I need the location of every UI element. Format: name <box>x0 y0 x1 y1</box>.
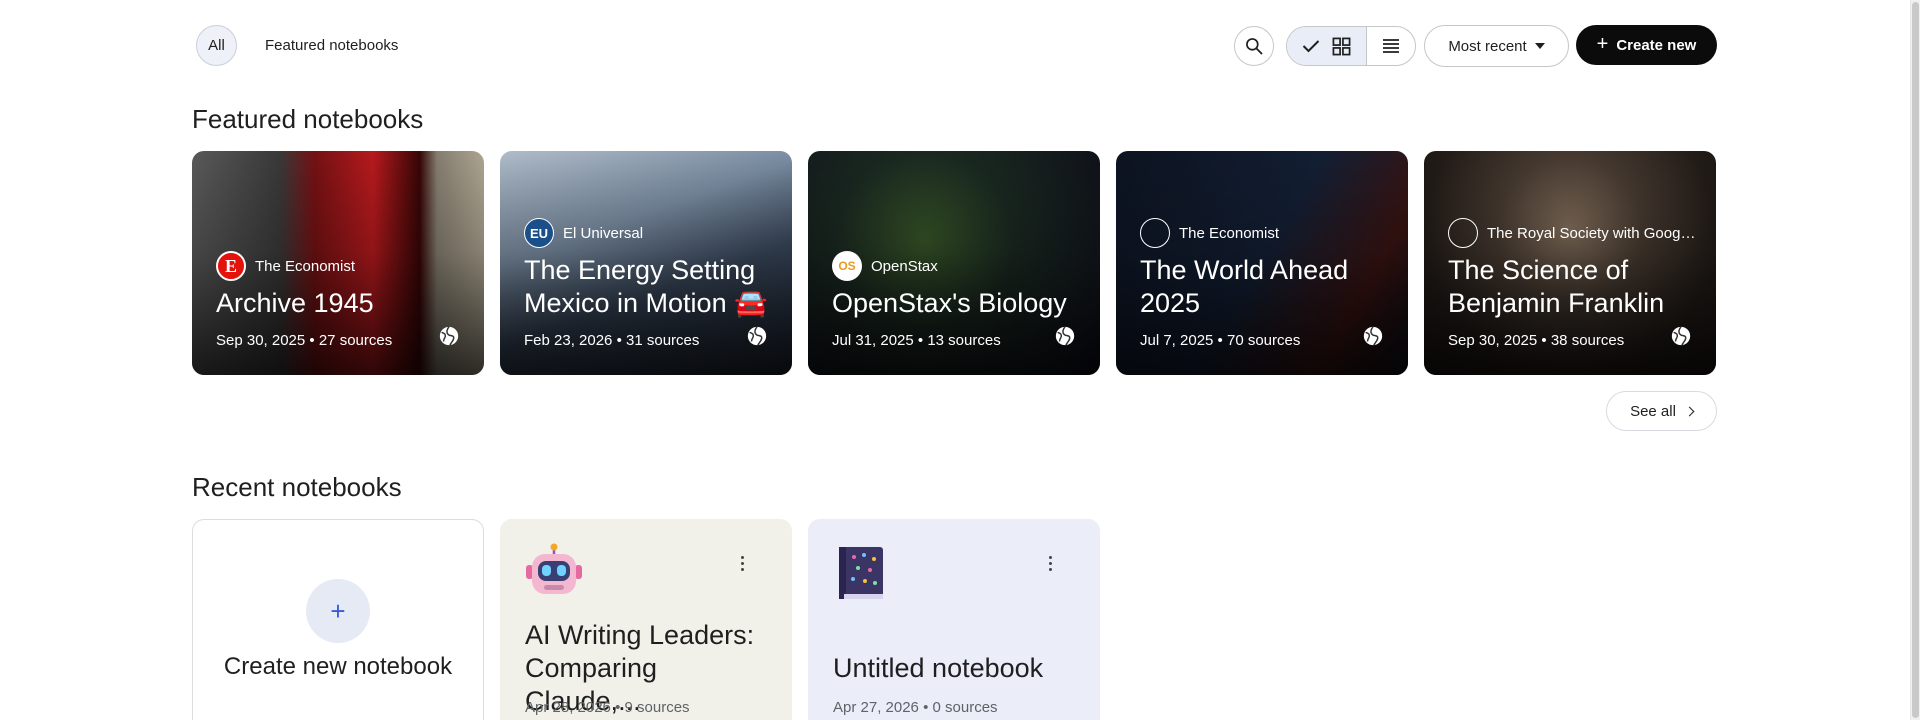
card-date: Jul 7, 2025 <box>1140 332 1214 349</box>
search-button[interactable] <box>1234 26 1274 66</box>
card-publisher: EU El Universal <box>524 218 772 248</box>
meta-separator: • <box>913 332 928 349</box>
featured-section-title: Featured notebooks <box>192 104 424 134</box>
card-meta: Feb 23, 2026 • 31 sources <box>524 332 772 349</box>
notebook-meta: Apr 27, 2026 • 0 sources <box>833 699 998 716</box>
create-new-notebook-card[interactable]: + Create new notebook <box>192 519 484 720</box>
featured-card[interactable]: The Royal Society with Google... The Sci… <box>1424 151 1716 375</box>
notebook-date: Apr 27, 2026 <box>833 699 919 716</box>
card-title: OpenStax's Biology <box>832 288 1067 318</box>
card-date: Jul 31, 2025 <box>832 332 914 349</box>
book-emoji-icon <box>839 547 883 599</box>
create-new-button[interactable]: + Create new <box>1576 25 1717 65</box>
grid-view-button[interactable] <box>1287 27 1367 65</box>
meta-separator: • <box>612 332 626 349</box>
publisher-name: The Economist <box>1179 224 1280 242</box>
recent-section-title: Recent notebooks <box>192 472 402 502</box>
globe-icon <box>1363 326 1383 346</box>
meta-separator: • <box>1537 332 1551 349</box>
sort-dropdown[interactable]: Most recent <box>1424 25 1569 67</box>
featured-card[interactable]: The Economist The World Ahead 2025 Jul 7… <box>1116 151 1408 375</box>
publisher-logo: E <box>216 251 246 281</box>
notebook-sources: 9 sources <box>624 699 690 716</box>
featured-card[interactable]: OS OpenStax OpenStax's Biology Jul 31, 2… <box>808 151 1100 375</box>
card-content: EU El Universal The Energy Setting Mexic… <box>524 218 772 349</box>
card-title: The World Ahead 2025 <box>1140 255 1349 318</box>
card-date: Sep 30, 2025 <box>216 332 306 349</box>
card-meta: Sep 30, 2025 • 38 sources <box>1448 332 1696 349</box>
publisher-logo: EU <box>524 218 554 248</box>
globe-icon <box>439 326 459 346</box>
notebook-title: Untitled notebook <box>833 653 1044 683</box>
search-icon <box>1246 38 1263 55</box>
publisher-logo: OS <box>832 251 862 281</box>
card-content: E The Economist Archive 1945 Sep 30, 202… <box>216 251 464 349</box>
plus-icon: + <box>306 579 370 643</box>
chevron-right-icon <box>1684 406 1695 417</box>
publisher-logo <box>1140 218 1170 248</box>
filter-chip-all[interactable]: All <box>196 25 237 66</box>
featured-card[interactable]: E The Economist Archive 1945 Sep 30, 202… <box>192 151 484 375</box>
publisher-name: El Universal <box>563 224 644 242</box>
notebook-card[interactable]: Untitled notebook Apr 27, 2026 • 0 sourc… <box>808 519 1100 720</box>
card-sources: 13 sources <box>927 332 1001 349</box>
globe-icon <box>1671 326 1691 346</box>
card-date: Feb 23, 2026 <box>524 332 613 349</box>
card-sources: 31 sources <box>626 332 700 349</box>
card-meta: Jul 7, 2025 • 70 sources <box>1140 332 1388 349</box>
publisher-name: The Economist <box>255 257 356 275</box>
globe-icon <box>1055 326 1075 346</box>
globe-icon <box>747 326 767 346</box>
card-meta: Jul 31, 2025 • 13 sources <box>832 332 1080 349</box>
card-title: The Science of Benjamin Franklin <box>1448 255 1665 318</box>
card-sources: 38 sources <box>1550 332 1625 349</box>
card-meta: Sep 30, 2025 • 27 sources <box>216 332 464 349</box>
card-title: The Energy Setting Mexico in Motion 🚘🚆⚡ <box>524 255 768 318</box>
notebook-sources: 0 sources <box>932 699 998 716</box>
card-content: The Economist The World Ahead 2025 Jul 7… <box>1140 218 1388 349</box>
publisher-name: The Royal Society with Google... <box>1487 224 1696 242</box>
recent-cards-row: + Create new notebook AI Writing Leaders… <box>192 519 1100 720</box>
filter-chip-featured[interactable]: Featured notebooks <box>249 25 414 66</box>
meta-separator: • <box>305 332 319 349</box>
notebook-meta: Apr 28, 2026 • 9 sources <box>525 699 690 716</box>
card-content: OS OpenStax OpenStax's Biology Jul 31, 2… <box>832 251 1080 349</box>
list-icon <box>1383 39 1399 53</box>
plus-icon: + <box>1596 33 1609 55</box>
card-publisher: The Economist <box>1140 218 1388 248</box>
grid-icon <box>1332 37 1351 55</box>
featured-card[interactable]: EU El Universal The Energy Setting Mexic… <box>500 151 792 375</box>
robot-emoji-icon <box>526 543 582 594</box>
list-view-button[interactable] <box>1367 27 1415 65</box>
card-sources: 70 sources <box>1226 332 1301 349</box>
create-new-label: Create new <box>1616 36 1697 54</box>
caret-down-icon <box>1534 43 1545 49</box>
more-options-icon[interactable] <box>1038 551 1062 575</box>
card-publisher: OS OpenStax <box>832 251 1080 281</box>
top-toolbar: All Featured notebooks Most recent + Cre… <box>196 25 1717 67</box>
card-date: Sep 30, 2025 <box>1448 332 1538 349</box>
check-icon <box>1302 40 1320 53</box>
sort-label: Most recent <box>1448 37 1527 55</box>
create-new-notebook-label: Create new notebook <box>223 653 453 680</box>
card-sources: 27 sources <box>318 332 393 349</box>
publisher-name: OpenStax <box>871 257 938 275</box>
card-publisher: E The Economist <box>216 251 464 281</box>
meta-separator: • <box>1213 332 1227 349</box>
publisher-logo <box>1448 218 1478 248</box>
meta-separator: • <box>610 699 625 716</box>
more-options-icon[interactable] <box>730 551 754 575</box>
page-scrollbar[interactable] <box>1910 0 1920 720</box>
meta-separator: • <box>918 699 933 716</box>
scrollbar-thumb[interactable] <box>1912 2 1919 718</box>
card-title: Archive 1945 <box>216 288 374 318</box>
notebook-date: Apr 28, 2026 <box>525 699 611 716</box>
featured-cards-row: E The Economist Archive 1945 Sep 30, 202… <box>192 151 1716 375</box>
card-publisher: The Royal Society with Google... <box>1448 218 1696 248</box>
see-all-label: See all <box>1630 402 1676 420</box>
view-toggle <box>1286 26 1416 66</box>
notebook-card[interactable]: AI Writing Leaders: Comparing Claude,...… <box>500 519 792 720</box>
card-content: The Royal Society with Google... The Sci… <box>1448 218 1696 349</box>
see-all-button[interactable]: See all <box>1606 391 1717 431</box>
